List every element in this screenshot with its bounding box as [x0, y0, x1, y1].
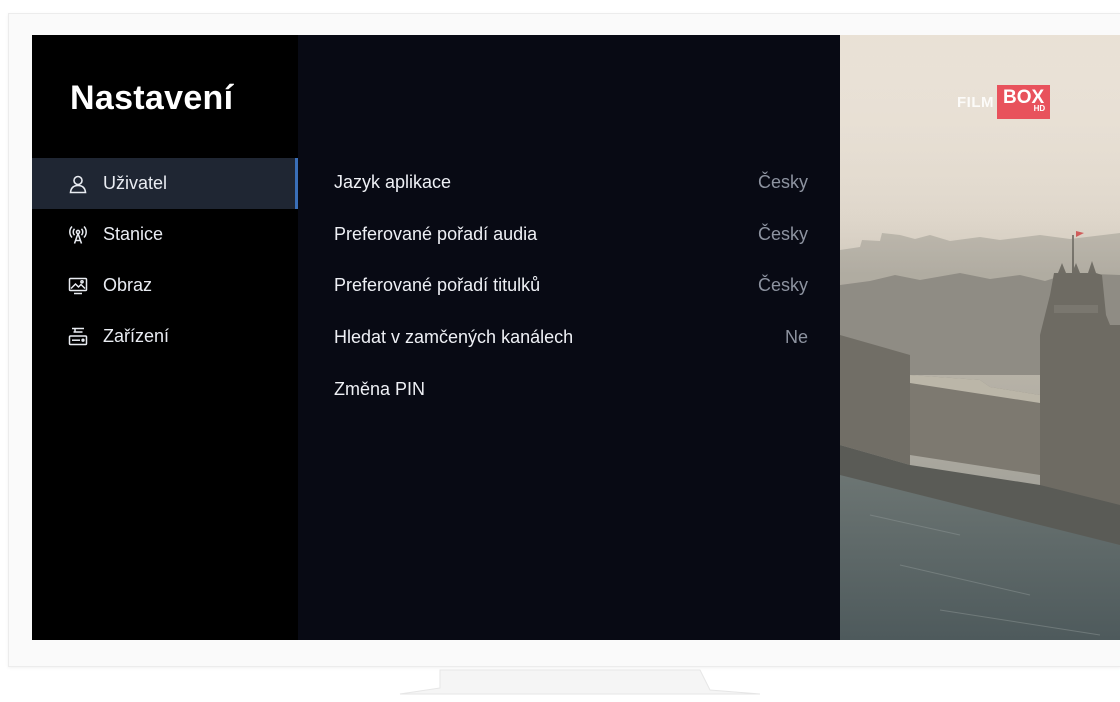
sidebar-item-label: Zařízení: [103, 326, 170, 346]
sidebar-item-label: Uživatel: [103, 173, 168, 193]
logo-film-text: FILM: [957, 93, 994, 111]
setting-label: Preferované pořadí titulků: [334, 274, 541, 295]
setting-label: Změna PIN: [334, 378, 426, 399]
setting-label: Preferované pořadí audia: [334, 223, 538, 244]
setting-value: Česky: [757, 171, 808, 192]
setting-value: Česky: [757, 274, 808, 295]
sidebar-item-device[interactable]: Zařízení: [32, 311, 298, 362]
sidebar-item-user[interactable]: Uživatel: [32, 158, 298, 209]
settings-nav: Uživatel Stanice Obraz Zařízení: [32, 158, 298, 362]
setting-search-locked[interactable]: Hledat v zamčených kanálech Ne: [334, 317, 808, 357]
setting-subtitle-order[interactable]: Preferované pořadí titulků Česky: [334, 265, 808, 305]
setting-app-language[interactable]: Jazyk aplikace Česky: [334, 162, 808, 202]
antenna-icon: [68, 225, 88, 245]
picture-icon: [68, 276, 88, 296]
sidebar-item-label: Obraz: [103, 275, 153, 295]
sidebar-item-label: Stanice: [103, 224, 164, 244]
tv-stand: [399, 669, 761, 695]
sidebar-item-picture[interactable]: Obraz: [32, 260, 298, 311]
tv-screen: Nastavení Uživatel Stanice Obraz Zařízen…: [32, 35, 1120, 640]
logo-box-badge: BOX HD: [997, 85, 1051, 119]
settings-list: Jazyk aplikace Česky Preferované pořadí …: [298, 35, 840, 640]
sidebar-item-stations[interactable]: Stanice: [32, 209, 298, 260]
logo-hd-text: HD: [1033, 104, 1046, 113]
channel-preview: FILM BOX HD: [840, 35, 1120, 640]
setting-label: Hledat v zamčených kanálech: [334, 326, 574, 347]
device-icon: [68, 327, 88, 347]
settings-sidebar: Nastavení Uživatel Stanice Obraz Zařízen…: [32, 35, 298, 640]
user-icon: [68, 174, 88, 194]
setting-audio-order[interactable]: Preferované pořadí audia Česky: [334, 214, 808, 254]
setting-label: Jazyk aplikace: [334, 171, 452, 192]
setting-value: Ne: [784, 326, 808, 347]
filmbox-logo: FILM BOX HD: [957, 78, 1065, 126]
page-title: Nastavení: [70, 79, 234, 117]
setting-value: Česky: [757, 223, 808, 244]
setting-change-pin[interactable]: Změna PIN: [334, 369, 808, 409]
